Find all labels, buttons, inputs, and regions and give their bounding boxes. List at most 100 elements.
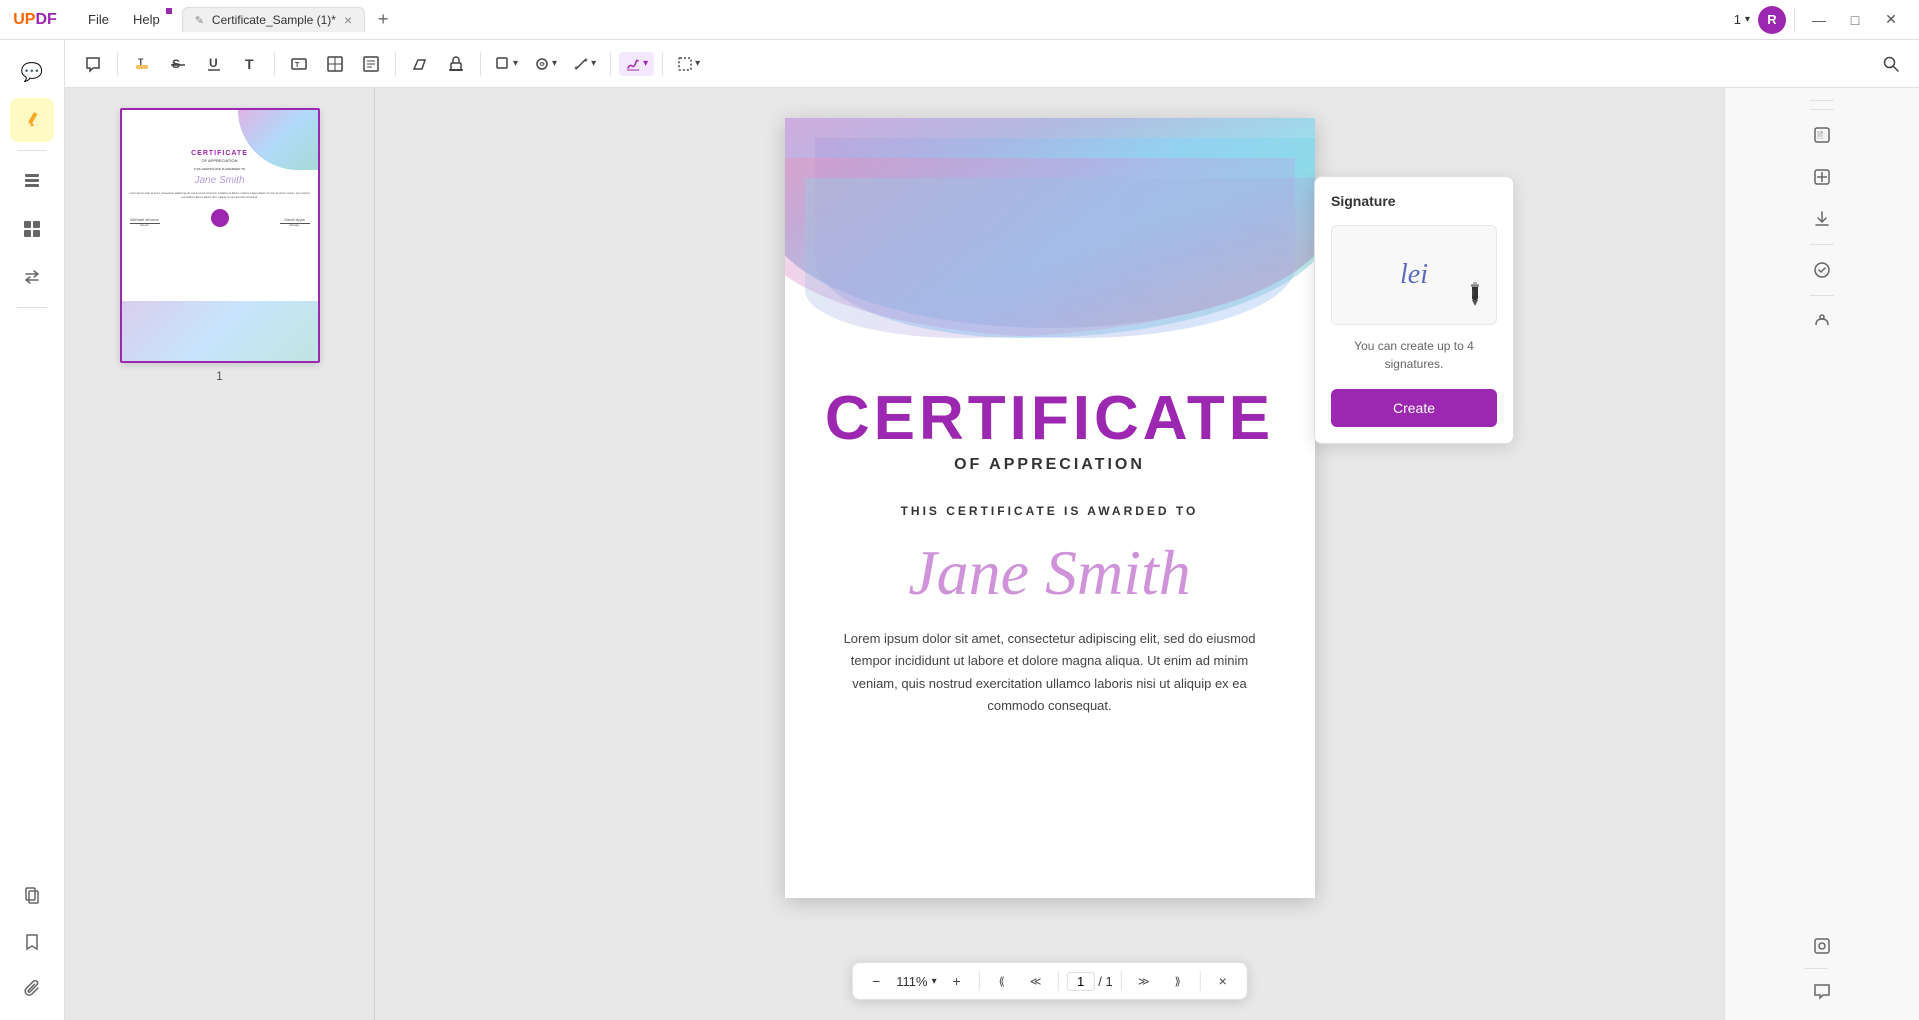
sidebar-item-attachment[interactable] (10, 966, 54, 1010)
bottom-sep-3 (1121, 971, 1122, 991)
document-page: CERTIFICATE OF APPRECIATION THIS CERTIFI… (785, 118, 1315, 898)
pages-icon (22, 886, 42, 906)
pen-icon-sig (1464, 282, 1486, 314)
thumbnail-panel: CERTIFICATE OF APPRECIATION THIS CERTIFI… (65, 88, 375, 1020)
border-arrow: ▾ (695, 58, 700, 69)
right-icon-3[interactable] (1804, 201, 1840, 237)
signature-toolbar-icon (625, 56, 641, 72)
nav-last-button[interactable]: ⟫ (1164, 967, 1192, 995)
zoom-in-button[interactable]: + (943, 967, 971, 995)
toolbar-stamp[interactable] (440, 48, 472, 80)
sidebar-item-bookmark[interactable] (10, 920, 54, 964)
stamp-icon (447, 55, 465, 73)
right-icon-bottom-1[interactable] (1804, 928, 1840, 964)
toolbar-pencil[interactable]: ▾ (528, 52, 563, 76)
right-panel-bottom (1804, 925, 1840, 1012)
zoom-level-text: 111% (896, 974, 927, 989)
right-sep-5 (1804, 968, 1828, 969)
table-icon (326, 55, 344, 73)
maximize-button[interactable]: □ (1839, 4, 1871, 36)
toolbar-shapes[interactable]: ▾ (489, 52, 524, 76)
certificate-body: Lorem ipsum dolor sit amet, consectetur … (835, 628, 1265, 716)
right-panel-icon-4 (1812, 260, 1832, 280)
user-avatar[interactable]: R (1758, 6, 1786, 34)
sidebar-bottom-icons (10, 872, 54, 1012)
total-pages: 1 (1106, 974, 1113, 989)
page-thumbnail[interactable]: CERTIFICATE OF APPRECIATION THIS CERTIFI… (120, 108, 320, 363)
toolbar-sep-4 (480, 52, 481, 76)
close-button[interactable]: ✕ (1875, 4, 1907, 36)
window-controls: — □ ✕ (1803, 4, 1907, 36)
thumb-subtitle: OF APPRECIATION (122, 158, 318, 163)
annotation-toolbar: T S U T (65, 40, 1919, 88)
app-logo: UPDF (0, 11, 70, 29)
list-icon (362, 55, 380, 73)
sidebar-item-layers[interactable] (10, 159, 54, 203)
right-icon-chat[interactable] (1804, 973, 1840, 1009)
toolbar-list[interactable] (355, 48, 387, 80)
chat-icon (1812, 981, 1832, 1001)
menu-help[interactable]: Help (123, 8, 170, 31)
bottom-sep-2 (1058, 971, 1059, 991)
create-signature-button[interactable]: Create (1331, 389, 1497, 427)
logo-df: DF (35, 11, 56, 29)
toolbar-sep-2 (274, 52, 275, 76)
svg-text:S: S (172, 57, 180, 71)
close-toolbar-button[interactable]: × (1209, 967, 1237, 995)
tab-close-button[interactable]: × (344, 12, 352, 28)
right-icon-2[interactable] (1804, 159, 1840, 195)
new-tab-button[interactable]: + (369, 6, 397, 34)
minimize-button[interactable]: — (1803, 4, 1835, 36)
right-sep-2 (1810, 109, 1834, 110)
toolbar-signature[interactable]: ▾ (619, 52, 654, 76)
zoom-out-button[interactable]: − (862, 967, 890, 995)
toolbar-underline[interactable]: U (198, 48, 230, 80)
toolbar-border[interactable]: ▾ (671, 52, 706, 76)
thumbnail-wrapper[interactable]: CERTIFICATE OF APPRECIATION THIS CERTIFI… (120, 108, 320, 383)
current-page-input[interactable] (1067, 972, 1095, 991)
tab-name: Certificate_Sample (1)* (212, 13, 336, 27)
nav-prev-far-button[interactable]: ≪ (1022, 967, 1050, 995)
convert-icon (22, 267, 42, 287)
toolbar-text-box[interactable]: T (283, 48, 315, 80)
certificate-title: CERTIFICATE (815, 388, 1285, 450)
menu-file[interactable]: File (78, 8, 119, 31)
svg-text:T: T (138, 57, 144, 67)
sidebar-item-organize[interactable] (10, 207, 54, 251)
nav-first-button[interactable]: ⟪ (988, 967, 1016, 995)
right-icon-1[interactable]: 🖹 (1804, 117, 1840, 153)
toolbar-highlight[interactable]: T (126, 48, 158, 80)
certificate-subtitle: OF APPRECIATION (815, 456, 1285, 474)
toolbar-text[interactable]: T (234, 48, 266, 80)
highlight-icon: T (133, 55, 151, 73)
signature-panel-title: Signature (1331, 193, 1497, 209)
right-sep-4 (1810, 295, 1834, 296)
toolbar-measure[interactable]: ▾ (567, 52, 602, 76)
thumb-seal (211, 209, 229, 227)
active-tab[interactable]: ✎ Certificate_Sample (1)* × (182, 7, 365, 32)
zoom-dropdown-arrow[interactable]: ▾ (932, 976, 937, 987)
toolbar-comment[interactable] (77, 48, 109, 80)
sidebar-item-annotation[interactable] (10, 98, 54, 142)
titlebar-right: 1 ▾ R — □ ✕ (1734, 4, 1919, 36)
thumb-title: CERTIFICATE (122, 150, 318, 157)
chevron-down-icon[interactable]: ▾ (1745, 14, 1750, 25)
sidebar-item-pages[interactable] (10, 874, 54, 918)
toolbar-strikethrough[interactable]: S (162, 48, 194, 80)
page-number-indicator: 1 (1734, 12, 1741, 27)
sidebar-item-comment[interactable]: 💬 (10, 50, 54, 94)
toolbar-sep-1 (117, 52, 118, 76)
pen-icon (22, 110, 42, 130)
comment-icon (84, 55, 102, 73)
right-icon-4[interactable] (1804, 252, 1840, 288)
nav-next-far-button[interactable]: ≫ (1130, 967, 1158, 995)
toolbar-eraser[interactable] (404, 48, 436, 80)
toolbar-table[interactable] (319, 48, 351, 80)
sidebar-item-convert[interactable] (10, 255, 54, 299)
right-icon-5[interactable] (1804, 303, 1840, 339)
text-box-icon: T (290, 55, 308, 73)
border-icon (677, 56, 693, 72)
shapes-icon (495, 56, 511, 72)
toolbar-sep-5 (610, 52, 611, 76)
toolbar-search[interactable] (1875, 48, 1907, 80)
